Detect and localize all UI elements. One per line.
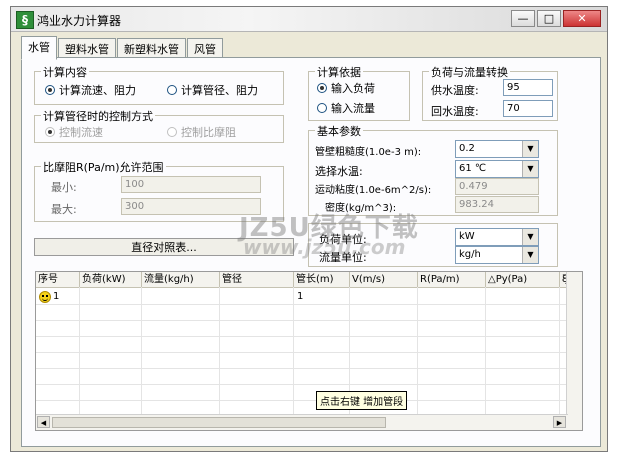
load-unit-value: kW: [459, 231, 475, 242]
basic-params-title: 基本参数: [315, 123, 363, 139]
radio-input-flow[interactable]: 输入流量: [317, 100, 375, 116]
row-index: 1: [53, 291, 60, 302]
watermark-url: www.jz5u.com: [243, 235, 406, 259]
control-mode-group: 计算管径时的控制方式 控制流速 控制比摩阻: [34, 108, 284, 143]
roughness-value: 0.2: [459, 143, 475, 154]
col-diameter[interactable]: 管径: [220, 272, 294, 287]
friction-min-label: 最小:: [51, 181, 77, 194]
radio-calc-velocity-label: 计算流速、阻力: [59, 84, 136, 97]
col-load[interactable]: 负荷(kW): [80, 272, 142, 287]
minimize-button[interactable]: —: [511, 10, 535, 27]
return-temp-input[interactable]: 70: [503, 100, 553, 117]
pipe-segment-table[interactable]: 序号 负荷(kW) 流量(kg/h) 管径 管长(m) V(m/s) R(Pa/…: [35, 271, 583, 431]
main-window: § 鸿业水力计算器 — □ ✕ 水管 塑料水管 新塑料水管 风管 计算内容 计算…: [10, 6, 608, 452]
smiley-icon: [39, 291, 51, 303]
control-mode-title: 计算管径时的控制方式: [41, 108, 155, 124]
basic-params-group: 基本参数 管壁粗糙度(1.0e-3 m): 0.2 ▼ 选择水温: 61 ℃ ▼…: [308, 123, 558, 216]
roughness-select[interactable]: 0.2 ▼: [455, 140, 539, 158]
grid-line: [485, 287, 486, 415]
radio-input-load-label: 输入负荷: [331, 82, 375, 95]
vertical-scrollbar[interactable]: [566, 272, 582, 430]
radio-control-friction-label: 控制比摩阻: [181, 126, 236, 139]
dropdown-arrow-icon: ▼: [522, 141, 538, 157]
friction-min-input[interactable]: 100: [121, 176, 261, 193]
grid-line: [219, 287, 220, 415]
grid-line: [36, 368, 568, 369]
water-temp-value: 61 ℃: [459, 163, 487, 174]
grid-line: [36, 400, 568, 401]
tab-air-duct[interactable]: 风管: [187, 38, 223, 59]
radio-unselected-icon: [167, 85, 177, 95]
supply-temp-input[interactable]: 95: [503, 79, 553, 96]
radio-selected-icon: [45, 85, 55, 95]
radio-control-velocity-label: 控制流速: [59, 126, 103, 139]
col-flow[interactable]: 流量(kg/h): [142, 272, 220, 287]
col-pressure-drop[interactable]: △Py(Pa): [486, 272, 560, 287]
radio-unselected-icon: [167, 127, 177, 137]
dropdown-arrow-icon: ▼: [522, 247, 538, 263]
grid-line: [36, 384, 568, 385]
calc-basis-group: 计算依据 输入负荷 输入流量: [308, 64, 410, 121]
col-index[interactable]: 序号: [36, 272, 80, 287]
maximize-button[interactable]: □: [537, 10, 561, 27]
dropdown-arrow-icon: ▼: [522, 229, 538, 245]
radio-control-friction[interactable]: 控制比摩阻: [167, 124, 236, 140]
flow-unit-value: kg/h: [459, 249, 481, 260]
density-field: 983.24: [455, 196, 539, 213]
scroll-left-icon[interactable]: ◀: [37, 416, 50, 428]
load-unit-select[interactable]: kW ▼: [455, 228, 539, 246]
flow-unit-select[interactable]: kg/h ▼: [455, 246, 539, 264]
radio-selected-icon: [45, 127, 55, 137]
close-button[interactable]: ✕: [563, 10, 601, 27]
radio-calc-velocity[interactable]: 计算流速、阻力: [45, 82, 136, 98]
dropdown-arrow-icon: ▼: [522, 161, 538, 177]
load-flow-group: 负荷与流量转换 供水温度: 95 回水温度: 70: [422, 64, 558, 121]
row-length[interactable]: 1: [297, 291, 303, 302]
tab-new-plastic-pipe[interactable]: 新塑料水管: [117, 38, 186, 59]
friction-range-title: 比摩阻R(Pa/m)允许范围: [41, 159, 166, 175]
col-friction[interactable]: R(Pa/m): [418, 272, 486, 287]
tab-plastic-pipe[interactable]: 塑料水管: [58, 38, 116, 59]
grid-line: [293, 287, 294, 415]
supply-temp-label: 供水温度:: [431, 84, 479, 97]
grid-line: [559, 287, 560, 415]
add-segment-tooltip: 点击右键 增加管段: [316, 391, 408, 410]
radio-input-flow-label: 输入流量: [331, 102, 375, 115]
title-bar[interactable]: § 鸿业水力计算器 — □ ✕: [11, 7, 607, 32]
tab-water-pipe[interactable]: 水管: [21, 36, 57, 60]
radio-calc-diameter[interactable]: 计算管径、阻力: [167, 82, 258, 98]
app-icon: §: [16, 11, 34, 29]
grid-line: [36, 304, 568, 305]
grid-line: [141, 287, 142, 415]
water-temp-select[interactable]: 61 ℃ ▼: [455, 160, 539, 178]
scroll-thumb[interactable]: [52, 417, 386, 428]
load-flow-title: 负荷与流量转换: [429, 64, 510, 80]
grid-line: [36, 320, 568, 321]
radio-input-load[interactable]: 输入负荷: [317, 80, 375, 96]
calc-content-title: 计算内容: [41, 64, 89, 80]
window-title: 鸿业水力计算器: [37, 14, 122, 28]
grid-line: [36, 352, 568, 353]
table-header: 序号 负荷(kW) 流量(kg/h) 管径 管长(m) V(m/s) R(Pa/…: [36, 272, 582, 288]
calc-basis-title: 计算依据: [315, 64, 363, 80]
viscosity-label: 运动粘度(1.0e-6m^2/s):: [315, 185, 432, 196]
water-temp-label: 选择水温:: [315, 165, 363, 178]
radio-unselected-icon: [317, 103, 327, 113]
grid-line: [36, 336, 568, 337]
col-length[interactable]: 管长(m): [294, 272, 350, 287]
horizontal-scrollbar[interactable]: ◀ ▶: [36, 414, 568, 430]
radio-control-velocity[interactable]: 控制流速: [45, 124, 103, 140]
viscosity-field: 0.479: [455, 178, 539, 195]
col-velocity[interactable]: V(m/s): [350, 272, 418, 287]
radio-calc-diameter-label: 计算管径、阻力: [181, 84, 258, 97]
grid-line: [417, 287, 418, 415]
scroll-right-icon[interactable]: ▶: [553, 416, 566, 428]
return-temp-label: 回水温度:: [431, 105, 479, 118]
grid-line: [79, 287, 80, 415]
roughness-label: 管壁粗糙度(1.0e-3 m):: [315, 147, 422, 158]
friction-max-label: 最大:: [51, 203, 77, 216]
radio-selected-icon: [317, 83, 327, 93]
tab-strip: 水管 塑料水管 新塑料水管 风管: [21, 36, 224, 60]
calc-content-group: 计算内容 计算流速、阻力 计算管径、阻力: [34, 64, 284, 105]
